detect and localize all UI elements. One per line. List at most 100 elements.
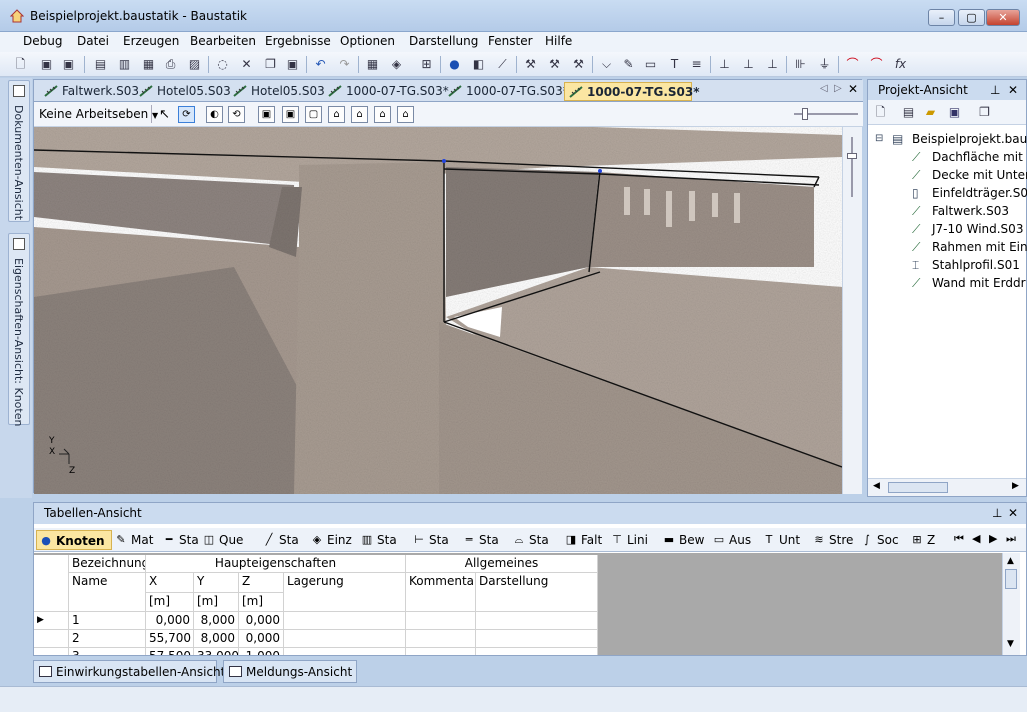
tool-b-icon[interactable]: ⚒ bbox=[546, 56, 563, 73]
cell-x[interactable]: 0,000 bbox=[146, 612, 194, 630]
cell-z[interactable]: 1,000 bbox=[239, 648, 284, 655]
cell-kommentar[interactable] bbox=[406, 630, 476, 648]
cell-y[interactable]: 8,000 bbox=[194, 630, 239, 648]
scroll-down-icon[interactable]: ▼ bbox=[1007, 639, 1014, 649]
cell-x[interactable]: 57,500 bbox=[146, 648, 194, 655]
pin-icon[interactable]: ⊥ bbox=[992, 503, 1002, 524]
menu-bearbeiten[interactable]: Bearbeiten bbox=[190, 34, 256, 48]
tree-item[interactable]: ▯ Einfeldträger.S0 bbox=[868, 184, 1027, 202]
print-icon[interactable]: ⎙ bbox=[162, 56, 179, 73]
table-tab[interactable]: ╱ Sta bbox=[260, 530, 299, 550]
project-view-hscrollbar[interactable]: ◀ ▶ bbox=[868, 478, 1026, 496]
menu-optionen[interactable]: Optionen bbox=[340, 34, 395, 48]
table-tab[interactable]: ━ Sta bbox=[160, 530, 199, 550]
load-a-icon[interactable]: ⊥ bbox=[716, 56, 733, 73]
table-tab[interactable]: ⊢ Sta bbox=[410, 530, 448, 550]
doc-tab-1000-07-tg-2[interactable]: 1000-07-TG.S03* bbox=[444, 82, 569, 101]
cell-darstellung[interactable] bbox=[476, 630, 598, 648]
column-header-y[interactable]: Y bbox=[194, 573, 239, 593]
prev-icon[interactable]: ◀ bbox=[972, 532, 980, 545]
orbit-icon[interactable]: ⟲ bbox=[228, 106, 245, 123]
table-tab[interactable]: ⊞ Z bbox=[908, 530, 935, 550]
cell-name[interactable]: 2 bbox=[69, 630, 146, 648]
menu-fenster[interactable]: Fenster bbox=[488, 34, 533, 48]
save-icon[interactable]: ▣ bbox=[38, 56, 55, 73]
viewport-zoom-slider[interactable] bbox=[842, 127, 862, 494]
redo-icon[interactable]: ↷ bbox=[336, 56, 353, 73]
cell-x[interactable]: 55,700 bbox=[146, 630, 194, 648]
table-tab[interactable]: ◫ Que bbox=[200, 530, 244, 550]
open-document-icon[interactable]: ▤ bbox=[92, 56, 109, 73]
table-vscrollbar[interactable]: ▲ ▼ bbox=[1002, 553, 1020, 655]
dimension-icon[interactable]: ≡ bbox=[688, 56, 705, 73]
cell-lagerung[interactable] bbox=[284, 612, 406, 630]
view-bottom-icon[interactable]: ⌂ bbox=[374, 106, 391, 123]
panel-icon[interactable]: ▭ bbox=[642, 56, 659, 73]
doc-tab-faltwerk[interactable]: Faltwerk.S03 bbox=[40, 82, 139, 101]
tree-item[interactable]: ⌶ Stahlprofil.S01 bbox=[868, 256, 1026, 274]
tree-item[interactable]: ⟋ J7-10 Wind.S03 bbox=[868, 220, 1026, 238]
cell-kommentar[interactable] bbox=[406, 648, 476, 655]
load-c-icon[interactable]: ⊥ bbox=[764, 56, 781, 73]
support-icon[interactable]: ⏚ bbox=[816, 56, 833, 73]
tree-item[interactable]: ⟋ Rahmen mit Ein bbox=[868, 238, 1027, 256]
paste-icon[interactable]: ▣ bbox=[284, 56, 301, 73]
cell-darstellung[interactable] bbox=[476, 612, 598, 630]
tab-scroll-right-icon[interactable]: ▷ bbox=[834, 83, 842, 94]
copy-icon[interactable]: ❐ bbox=[262, 56, 279, 73]
select-pointer-icon[interactable]: ↖ bbox=[156, 106, 173, 123]
menu-darstellung[interactable]: Darstellung bbox=[409, 34, 478, 48]
table-tab[interactable]: T Unt bbox=[760, 530, 800, 550]
table-tab[interactable]: ✎ Mat bbox=[112, 530, 153, 550]
new-item-icon[interactable]: ▤ bbox=[900, 104, 917, 121]
result-b-icon[interactable]: ⌒ bbox=[868, 56, 885, 73]
node-icon[interactable]: ● bbox=[446, 56, 463, 73]
column-icon[interactable]: ⊪ bbox=[792, 56, 809, 73]
cell-z[interactable]: 0,000 bbox=[239, 630, 284, 648]
lasso-icon[interactable]: ◌ bbox=[214, 56, 231, 73]
menu-hilfe[interactable]: Hilfe bbox=[545, 34, 572, 48]
next-icon[interactable]: ▶ bbox=[989, 532, 997, 545]
scroll-left-icon[interactable]: ◀ bbox=[873, 481, 880, 491]
column-header-x[interactable]: X bbox=[146, 573, 194, 593]
tree-root[interactable]: ⊟ ▤ Beispielprojekt.baus bbox=[868, 130, 1027, 148]
doc-tab-1000-07-tg-1[interactable]: 1000-07-TG.S03* bbox=[324, 82, 449, 101]
column-header-darstellung[interactable]: Darstellung bbox=[476, 573, 598, 612]
tree-item[interactable]: ⟋ Decke mit Unter bbox=[868, 166, 1027, 184]
brush-icon[interactable]: ✎ bbox=[620, 56, 637, 73]
table-tab[interactable]: ≋ Stre bbox=[810, 530, 853, 550]
view-right-icon[interactable]: ⌂ bbox=[328, 106, 345, 123]
cell-lagerung[interactable] bbox=[284, 648, 406, 655]
tab-dokumenten-ansicht[interactable]: Dokumenten-Ansicht bbox=[8, 80, 30, 222]
table-tab[interactable]: ═ Sta bbox=[460, 530, 499, 550]
cut-icon[interactable]: ✕ bbox=[238, 56, 255, 73]
column-header-lagerung[interactable]: Lagerung bbox=[284, 573, 406, 612]
load-b-icon[interactable]: ⊥ bbox=[740, 56, 757, 73]
pin-icon[interactable]: ⊥ bbox=[990, 80, 1000, 100]
save-project-icon[interactable]: ▣ bbox=[946, 104, 963, 121]
node-marker[interactable] bbox=[442, 159, 446, 163]
table-tab[interactable]: ◈ Einz bbox=[308, 530, 352, 550]
cell-name[interactable]: 1 bbox=[69, 612, 146, 630]
menu-ergebnisse[interactable]: Ergebnisse bbox=[265, 34, 331, 48]
result-a-icon[interactable]: ⌒ bbox=[844, 56, 861, 73]
scroll-right-icon[interactable]: ▶ bbox=[1012, 481, 1019, 491]
tree-item[interactable]: ⟋ Dachfläche mit bbox=[868, 148, 1026, 166]
new-file-icon[interactable]: 🗋 bbox=[872, 104, 889, 121]
table-tab[interactable]: ● Knoten bbox=[36, 530, 112, 550]
section-t-icon[interactable]: T bbox=[666, 56, 683, 73]
doc-tab-hotel05-2[interactable]: Hotel05.S03 bbox=[229, 82, 325, 101]
cell-lagerung[interactable] bbox=[284, 630, 406, 648]
menu-erzeugen[interactable]: Erzeugen bbox=[123, 34, 179, 48]
scroll-up-icon[interactable]: ▲ bbox=[1007, 556, 1014, 566]
menu-debug[interactable]: Debug bbox=[23, 34, 62, 48]
tab-eigenschaften-ansicht[interactable]: Eigenschaften-Ansicht: Knoten bbox=[8, 233, 30, 426]
cell-name[interactable]: 3 bbox=[69, 648, 146, 655]
node-marker[interactable] bbox=[598, 169, 602, 173]
rotate-view-icon[interactable]: ⟳ bbox=[178, 106, 195, 123]
shaded-view-icon[interactable]: ◐ bbox=[206, 106, 223, 123]
cell-y[interactable]: 8,000 bbox=[194, 612, 239, 630]
close-panel-icon[interactable]: ✕ bbox=[1008, 503, 1018, 524]
table-tab[interactable]: ▬ Bew bbox=[660, 530, 705, 550]
new-project-icon[interactable]: 🗋 bbox=[12, 56, 29, 73]
